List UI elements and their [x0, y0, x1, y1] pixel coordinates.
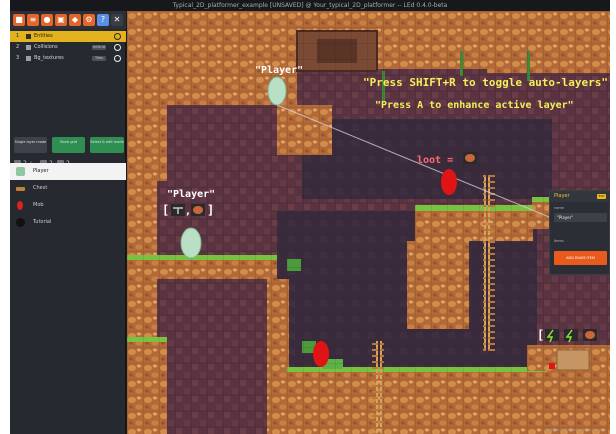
app-window: Typical_2D_platformer_example [UNSAVED] …	[10, 0, 610, 434]
enums-icon[interactable]: ▣	[55, 14, 67, 26]
entity-item-mob[interactable]: Mob	[10, 197, 126, 214]
entity-name: Mob	[33, 202, 44, 208]
layer-type-badge: Tiles	[92, 56, 106, 61]
close-icon[interactable]: ✕	[111, 14, 123, 26]
entity-item-chest[interactable]: Chest	[10, 180, 126, 197]
name-field[interactable]: "Player"	[554, 213, 607, 222]
level-canvas[interactable]: "Press SHIFT+R to toggle auto-layers" "P…	[127, 11, 610, 434]
layer-type-badge: IntGrid	[92, 45, 106, 50]
grid-overlay	[127, 11, 610, 434]
layer-name: Collisions	[34, 44, 58, 50]
properties-edit-badge[interactable]: Edit	[597, 194, 606, 199]
chest-meat-shape	[585, 331, 595, 339]
bracket-close: ]	[207, 203, 214, 217]
tutorial-text-1[interactable]: "Press SHIFT+R to toggle auto-layers"	[363, 76, 608, 89]
mob-entity-upper[interactable]	[441, 169, 457, 195]
loot-label: loot =	[417, 155, 453, 166]
tutorial-text-2[interactable]: "Press A to enhance active layer"	[375, 99, 574, 111]
add-enum-item-button[interactable]: ADD ENUM ITEM	[554, 251, 607, 265]
mob-entity-lower[interactable]	[313, 341, 329, 367]
layer-item-bg_textures[interactable]: 3 Bg_textures Tiles	[10, 53, 126, 64]
meat-shape	[193, 206, 203, 214]
entity-item-player[interactable]: Player	[10, 163, 126, 180]
layer-type-icon	[26, 56, 31, 61]
layer-number: 1	[16, 33, 20, 39]
project-icon[interactable]: ■	[13, 14, 25, 26]
level-view[interactable]: "Press SHIFT+R to toggle auto-layers" "P…	[127, 11, 610, 434]
player-entity-top[interactable]	[267, 76, 287, 106]
entity-palette: Player Chest Mob Tutorial	[10, 163, 126, 231]
entity-color-icon	[17, 201, 23, 210]
layer-item-entities[interactable]: 1 Entities	[10, 31, 126, 42]
visibility-eye-icon[interactable]	[114, 44, 121, 51]
entity-name: Chest	[33, 185, 48, 191]
layer-item-collisions[interactable]: 2 Collisions IntGrid	[10, 42, 126, 53]
items-label: Items	[554, 239, 564, 243]
settings-icon[interactable]: ⚙	[83, 14, 95, 26]
entity-name: Player	[33, 168, 49, 174]
chest-bracket-open: [	[537, 328, 544, 342]
sidebar: ■ ≡ ● ▣ ◆ ⚙? ✕ 1 Entities 2 Collisions IntGrid 3 Bg_…	[10, 11, 126, 434]
entity-item-tutorial[interactable]: Tutorial	[10, 214, 126, 231]
field-label: name	[554, 206, 564, 210]
entity-color-icon	[16, 187, 25, 191]
show-grid-button[interactable]: Show grid	[52, 137, 85, 153]
comma-separator: ,	[185, 206, 191, 217]
player-entity-left[interactable]	[180, 227, 202, 259]
entity-properties-panel: Player Edit name "Player" Items ADD ENUM…	[549, 190, 610, 275]
entity-color-icon	[16, 167, 25, 176]
layer-name: Entities	[34, 33, 53, 39]
visibility-eye-icon[interactable]	[114, 33, 121, 40]
loot-meat-shape	[465, 154, 475, 162]
layer-name: Bg_textures	[34, 55, 64, 61]
tilesets-icon[interactable]: ◆	[69, 14, 81, 26]
mode-buttons: Single layer mode Show grid Select & edi…	[14, 137, 124, 153]
entities-icon[interactable]: ●	[41, 14, 53, 26]
show-grid-label: Show grid	[59, 140, 78, 144]
visibility-eye-icon[interactable]	[114, 55, 121, 62]
select-edit-mode-label: Select & edit mode	[90, 140, 124, 144]
single-layer-mode-button[interactable]: Single layer mode	[14, 137, 47, 153]
bracket-open: [	[162, 203, 169, 217]
layer-type-icon	[26, 34, 31, 39]
player-label-top: "Player"	[255, 65, 303, 76]
layer-type-icon	[26, 45, 31, 50]
entity-name: Tutorial	[33, 219, 52, 225]
layer-list: 1 Entities 2 Collisions IntGrid 3 Bg_textures T…	[10, 31, 126, 64]
help-icon[interactable]: ?	[97, 14, 109, 26]
entity-color-icon	[16, 218, 25, 227]
player-label-left: "Player"	[167, 189, 215, 200]
layer-number: 3	[16, 55, 20, 61]
single-layer-mode-label: Single layer mode	[14, 140, 47, 144]
window-titlebar: Typical_2D_platformer_example [UNSAVED] …	[10, 0, 610, 11]
layers-icon[interactable]: ≡	[27, 14, 39, 26]
status-bar: Entities > 0 items > 0 | x=0 y=0	[546, 428, 604, 432]
chest-entity[interactable]	[556, 349, 590, 371]
main-toolbar: ■ ≡ ● ▣ ◆ ⚙? ✕	[10, 11, 126, 29]
layer-number: 2	[16, 44, 20, 50]
select-edit-mode-button[interactable]: Select & edit mode	[90, 137, 124, 153]
chest-marker	[549, 363, 555, 369]
